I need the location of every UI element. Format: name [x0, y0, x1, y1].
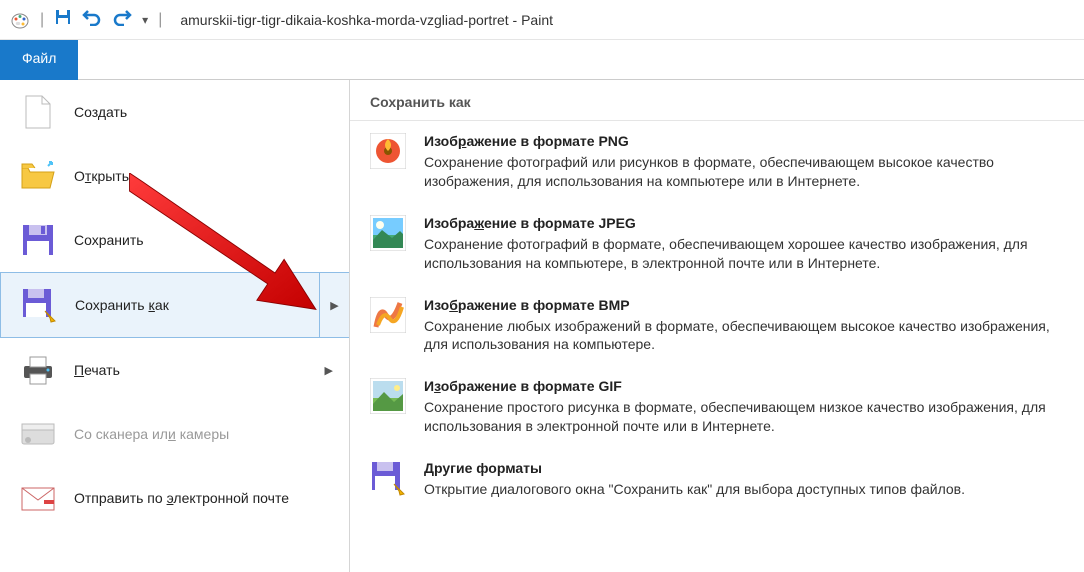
- menu-save-as[interactable]: Сохранить как ▶: [0, 272, 349, 338]
- gif-desc: Сохранение простого рисунка в формате, о…: [424, 398, 1064, 436]
- scanner-icon: [20, 416, 56, 452]
- save-as-icon: [21, 287, 57, 323]
- menu-email-label: Отправить по электронной почте: [74, 490, 289, 506]
- menu-new-label: Создать: [74, 104, 127, 120]
- qat-separator-2: |: [158, 11, 162, 29]
- qat-dropdown-icon[interactable]: ▾: [142, 13, 148, 27]
- menu-open-label: Открыть: [74, 168, 129, 184]
- menu-new[interactable]: Создать: [0, 80, 349, 144]
- title-bar: | ▾ | amurskii-tigr-tigr-dikaia-koshka-m…: [0, 0, 1084, 40]
- save-as-jpeg[interactable]: Изображение в формате JPEG Сохранение фо…: [350, 203, 1084, 285]
- save-as-other[interactable]: Другие форматы Открытие диалогового окна…: [350, 448, 1084, 511]
- qat-separator: |: [40, 11, 44, 29]
- undo-icon[interactable]: [82, 8, 102, 31]
- gif-title: Изображение в формате GIF: [424, 378, 1064, 394]
- gif-icon: [370, 378, 406, 414]
- bmp-desc: Сохранение любых изображений в формате, …: [424, 317, 1064, 355]
- menu-email[interactable]: Отправить по электронной почте: [0, 466, 349, 530]
- bmp-icon: [370, 297, 406, 333]
- menu-print[interactable]: Печать ▶: [0, 338, 349, 402]
- menu-save[interactable]: Сохранить: [0, 208, 349, 272]
- menu-scanner: Со сканера или камеры: [0, 402, 349, 466]
- png-icon: [370, 133, 406, 169]
- chevron-right-icon[interactable]: ▶: [319, 273, 349, 337]
- menu-save-label: Сохранить: [74, 232, 144, 248]
- open-folder-icon: [20, 158, 56, 194]
- chevron-right-icon: ▶: [325, 364, 333, 377]
- redo-icon[interactable]: [112, 8, 132, 31]
- menu-save-as-label: Сохранить как: [75, 297, 169, 313]
- ribbon-empty: [78, 40, 1084, 80]
- quick-access-toolbar: ▾: [54, 8, 148, 31]
- other-title: Другие форматы: [424, 460, 1064, 476]
- ribbon-tabs: Файл: [0, 40, 1084, 80]
- file-menu: Создать Открыть Сохранить Сохранить как …: [0, 80, 350, 572]
- save-as-bmp[interactable]: Изображение в формате BMP Сохранение люб…: [350, 285, 1084, 367]
- jpeg-desc: Сохранение фотографий в формате, обеспеч…: [424, 235, 1064, 273]
- menu-open[interactable]: Открыть: [0, 144, 349, 208]
- other-formats-icon: [370, 460, 406, 496]
- submenu-header: Сохранить как: [350, 80, 1084, 121]
- save-as-submenu: Сохранить как Изображение в формате PNG …: [350, 80, 1084, 572]
- printer-icon: [20, 352, 56, 388]
- jpeg-icon: [370, 215, 406, 251]
- jpeg-title: Изображение в формате JPEG: [424, 215, 1064, 231]
- menu-print-label: Печать: [74, 362, 120, 378]
- file-menu-panel: Создать Открыть Сохранить Сохранить как …: [0, 80, 1084, 572]
- save-floppy-icon: [20, 222, 56, 258]
- file-tab[interactable]: Файл: [0, 40, 78, 80]
- paint-app-icon: [10, 10, 30, 30]
- png-title: Изображение в формате PNG: [424, 133, 1064, 149]
- email-icon: [20, 480, 56, 516]
- window-title: amurskii-tigr-tigr-dikaia-koshka-morda-v…: [180, 12, 553, 28]
- save-as-gif[interactable]: Изображение в формате GIF Сохранение про…: [350, 366, 1084, 448]
- other-desc: Открытие диалогового окна "Сохранить как…: [424, 480, 1064, 499]
- save-icon[interactable]: [54, 8, 72, 31]
- bmp-title: Изображение в формате BMP: [424, 297, 1064, 313]
- menu-scanner-label: Со сканера или камеры: [74, 426, 229, 442]
- new-file-icon: [20, 94, 56, 130]
- save-as-png[interactable]: Изображение в формате PNG Сохранение фот…: [350, 121, 1084, 203]
- png-desc: Сохранение фотографий или рисунков в фор…: [424, 153, 1064, 191]
